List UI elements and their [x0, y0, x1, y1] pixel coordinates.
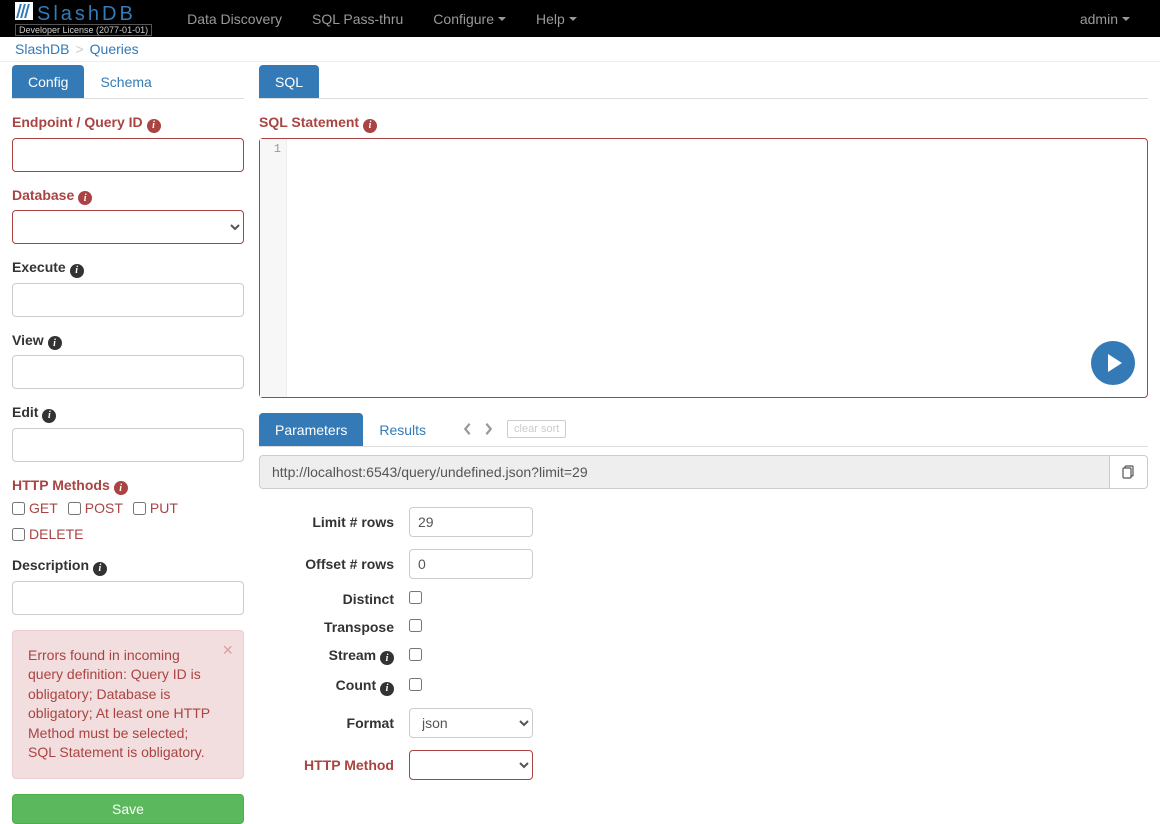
distinct-checkbox[interactable] [409, 591, 422, 604]
endpoint-input[interactable] [12, 138, 244, 172]
subtab-parameters[interactable]: Parameters [259, 413, 363, 446]
top-navbar: SlashDB Developer License (2077-01-01) D… [0, 0, 1160, 37]
nav-configure[interactable]: Configure [418, 2, 521, 36]
breadcrumb-sep: > [75, 41, 83, 57]
info-icon[interactable] [380, 651, 394, 665]
nav-sql-passthru[interactable]: SQL Pass-thru [297, 2, 418, 36]
execute-label: Execute [12, 259, 244, 278]
error-message: Errors found in incoming query definitio… [28, 647, 210, 761]
info-icon[interactable] [363, 119, 377, 133]
logo-icon [15, 2, 33, 20]
license-tag: Developer License (2077-01-01) [15, 24, 152, 36]
limit-label: Limit # rows [259, 514, 409, 530]
count-checkbox[interactable] [409, 678, 422, 691]
info-icon[interactable] [42, 409, 56, 423]
tab-config[interactable]: Config [12, 65, 84, 98]
breadcrumb-queries[interactable]: Queries [90, 41, 139, 57]
http-methods-label: HTTP Methods [12, 477, 244, 496]
edit-input[interactable] [12, 428, 244, 462]
view-label: View [12, 332, 244, 351]
page-prev-icon[interactable] [457, 419, 477, 439]
tab-sql[interactable]: SQL [259, 65, 319, 98]
nav-help[interactable]: Help [521, 2, 592, 36]
info-icon[interactable] [70, 264, 84, 278]
subtab-results[interactable]: Results [363, 413, 442, 446]
sql-statement-label: SQL Statement [259, 114, 1148, 133]
execute-input[interactable] [12, 283, 244, 317]
database-label: Database [12, 187, 244, 206]
format-select[interactable]: json [409, 708, 533, 738]
distinct-label: Distinct [259, 591, 409, 607]
logo-text: SlashDB [37, 3, 136, 26]
description-label: Description [12, 557, 244, 576]
database-select[interactable] [12, 210, 244, 244]
stream-checkbox[interactable] [409, 648, 422, 661]
offset-label: Offset # rows [259, 556, 409, 572]
method-get[interactable]: GET [12, 500, 58, 516]
info-icon[interactable] [93, 562, 107, 576]
info-icon[interactable] [380, 682, 394, 696]
breadcrumb-root[interactable]: SlashDB [15, 41, 69, 57]
run-query-button[interactable] [1091, 341, 1135, 385]
method-put[interactable]: PUT [133, 500, 178, 516]
view-input[interactable] [12, 355, 244, 389]
info-icon[interactable] [78, 191, 92, 205]
count-label: Count [259, 677, 409, 696]
nav-links: Data Discovery SQL Pass-thru Configure H… [172, 2, 592, 36]
editor-textarea[interactable] [287, 139, 1147, 397]
limit-input[interactable] [409, 507, 533, 537]
right-tabs: SQL [259, 65, 1148, 99]
gutter: 1 [260, 139, 287, 397]
caret-icon [1122, 17, 1130, 21]
query-url-input[interactable] [259, 455, 1110, 489]
left-tabs: Config Schema [12, 65, 244, 99]
http-method-label: HTTP Method [259, 757, 409, 773]
edit-label: Edit [12, 404, 244, 423]
page-next-icon[interactable] [479, 419, 499, 439]
nav-user-menu[interactable]: admin [1065, 2, 1145, 36]
copy-icon [1122, 465, 1136, 479]
method-delete[interactable]: DELETE [12, 526, 83, 542]
offset-input[interactable] [409, 549, 533, 579]
alert-close-button[interactable]: × [222, 641, 233, 659]
tab-schema[interactable]: Schema [84, 65, 167, 98]
transpose-label: Transpose [259, 619, 409, 635]
endpoint-label: Endpoint / Query ID [12, 114, 244, 133]
caret-icon [498, 17, 506, 21]
description-input[interactable] [12, 581, 244, 615]
navbar-brand[interactable]: SlashDB Developer License (2077-01-01) [15, 2, 152, 36]
transpose-checkbox[interactable] [409, 619, 422, 632]
result-subtabs: Parameters Results [259, 413, 442, 446]
format-label: Format [259, 715, 409, 731]
error-alert: × Errors found in incoming query definit… [12, 630, 244, 780]
info-icon[interactable] [147, 119, 161, 133]
sql-editor[interactable]: 1 [259, 138, 1148, 398]
caret-icon [569, 17, 577, 21]
info-icon[interactable] [114, 481, 128, 495]
copy-url-button[interactable] [1110, 455, 1148, 489]
breadcrumb: SlashDB > Queries [0, 37, 1160, 62]
http-method-select[interactable] [409, 750, 533, 780]
info-icon[interactable] [48, 336, 62, 350]
clear-sort-button[interactable]: clear sort [507, 420, 566, 438]
nav-data-discovery[interactable]: Data Discovery [172, 2, 297, 36]
stream-label: Stream [259, 647, 409, 666]
method-post[interactable]: POST [68, 500, 123, 516]
